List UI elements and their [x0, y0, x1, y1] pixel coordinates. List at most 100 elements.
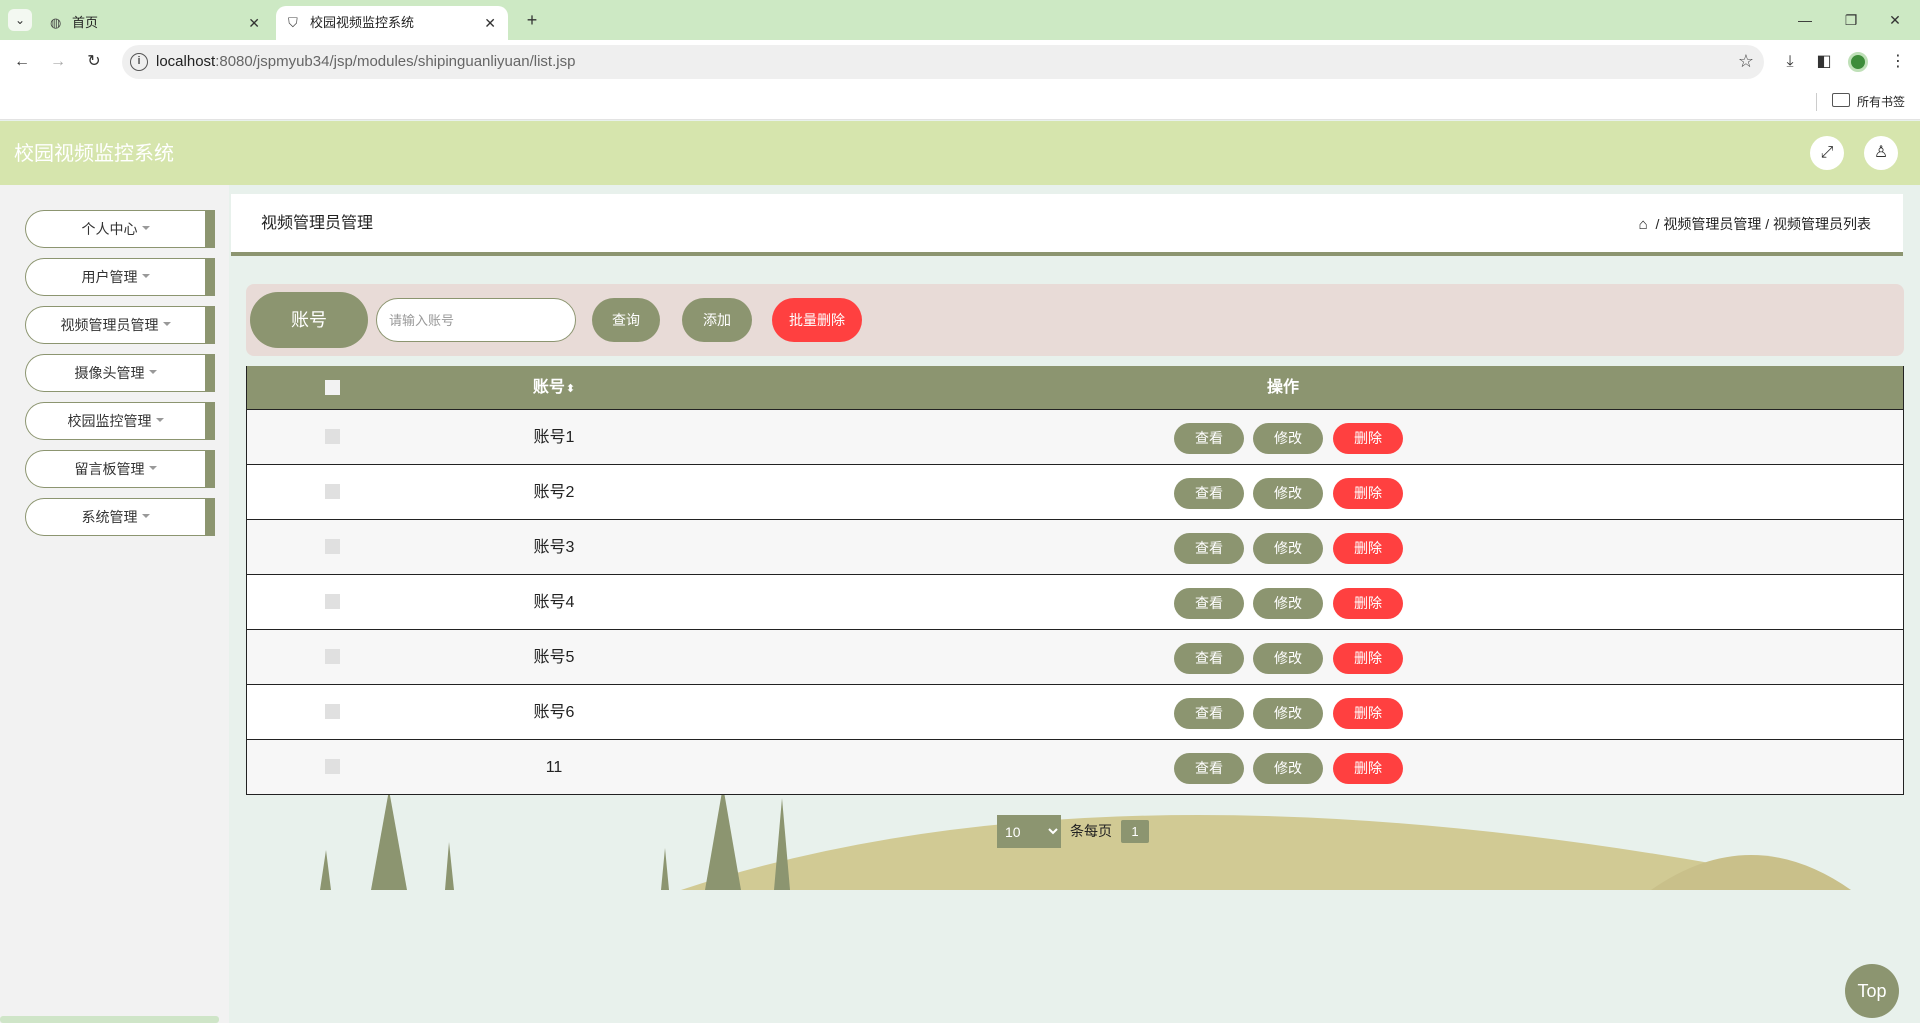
- divider: [1816, 93, 1817, 111]
- page-number-button[interactable]: 1: [1121, 820, 1149, 843]
- home-icon[interactable]: ⌂: [1639, 216, 1648, 233]
- view-button[interactable]: 查看: [1174, 698, 1244, 729]
- breadcrumb-separator: /: [1765, 216, 1773, 232]
- forward-arrow-icon[interactable]: →: [46, 50, 70, 74]
- row-checkbox[interactable]: [325, 759, 340, 774]
- caret-down-icon: [141, 226, 150, 231]
- sidebar-item-system-management[interactable]: 系统管理: [25, 498, 215, 536]
- sidebar-item-personal-center[interactable]: 个人中心: [25, 210, 215, 248]
- delete-button[interactable]: 删除: [1333, 588, 1403, 619]
- delete-button[interactable]: 删除: [1333, 423, 1403, 454]
- cell-account: 账号3: [533, 539, 575, 556]
- url-field[interactable]: i localhost:8080/jspmyub34/jsp/modules/s…: [122, 45, 1764, 79]
- search-field-label: 账号: [250, 292, 368, 348]
- view-button[interactable]: 查看: [1174, 588, 1244, 619]
- caret-down-icon: [148, 466, 157, 471]
- download-icon[interactable]: ⤓: [1778, 50, 1802, 74]
- shield-icon: ⛉: [288, 15, 298, 30]
- address-bar: ← → ↻ i localhost:8080/jspmyub34/jsp/mod…: [0, 40, 1920, 84]
- close-icon[interactable]: ✕: [248, 6, 260, 40]
- sidebar: 个人中心 用户管理 视频管理员管理 摄像头管理 校园监控管理 留言板管理 系统管…: [0, 185, 229, 1023]
- browser-tab-active[interactable]: ⛉ 校园视频监控系统 ✕: [276, 6, 508, 40]
- restore-window-icon[interactable]: ❐: [1836, 8, 1866, 32]
- view-button[interactable]: 查看: [1174, 533, 1244, 564]
- row-checkbox[interactable]: [325, 594, 340, 609]
- decorative-landscape: [320, 786, 1851, 890]
- delete-button[interactable]: 删除: [1333, 753, 1403, 784]
- row-checkbox[interactable]: [325, 429, 340, 444]
- table-row: 账号6 查看 修改 删除: [247, 684, 1903, 739]
- view-button[interactable]: 查看: [1174, 643, 1244, 674]
- profile-avatar-icon[interactable]: [1848, 52, 1868, 72]
- url-text: localhost:8080/jspmyub34/jsp/modules/shi…: [156, 53, 576, 70]
- cell-account: 账号5: [533, 649, 575, 666]
- sidebar-item-video-admin-management[interactable]: 视频管理员管理: [25, 306, 215, 344]
- row-checkbox[interactable]: [325, 649, 340, 664]
- close-window-icon[interactable]: ✕: [1880, 8, 1910, 32]
- edit-button[interactable]: 修改: [1253, 698, 1323, 729]
- account-search-input[interactable]: [376, 298, 576, 342]
- cell-account: 11: [545, 759, 563, 776]
- edit-button[interactable]: 修改: [1253, 643, 1323, 674]
- panel-header: 视频管理员管理 ⌂ / 视频管理员管理 / 视频管理员列表: [231, 194, 1903, 256]
- view-button[interactable]: 查看: [1174, 423, 1244, 454]
- sidebar-item-message-board-management[interactable]: 留言板管理: [25, 450, 215, 488]
- edit-button[interactable]: 修改: [1253, 533, 1323, 564]
- query-button[interactable]: 查询: [592, 298, 660, 342]
- view-button[interactable]: 查看: [1174, 478, 1244, 509]
- sidebar-item-user-management[interactable]: 用户管理: [25, 258, 215, 296]
- edit-button[interactable]: 修改: [1253, 423, 1323, 454]
- edit-button[interactable]: 修改: [1253, 588, 1323, 619]
- more-menu-icon[interactable]: ⋮: [1886, 50, 1910, 74]
- close-icon[interactable]: ✕: [484, 6, 496, 40]
- back-arrow-icon[interactable]: ←: [10, 50, 34, 74]
- row-actions: 查看 修改 删除: [1174, 423, 1424, 454]
- cell-account: 账号4: [533, 594, 575, 611]
- fullscreen-icon[interactable]: ⤢: [1810, 136, 1844, 170]
- sidebar-scrollbar[interactable]: [0, 1016, 219, 1023]
- cell-account: 账号2: [533, 484, 575, 501]
- add-button[interactable]: 添加: [682, 298, 752, 342]
- all-bookmarks-label[interactable]: 所有书签: [1857, 84, 1905, 120]
- delete-button[interactable]: 删除: [1333, 533, 1403, 564]
- side-panel-icon[interactable]: ◧: [1812, 50, 1836, 74]
- row-checkbox[interactable]: [325, 484, 340, 499]
- page-title: 视频管理员管理: [261, 215, 374, 232]
- site-info-icon[interactable]: i: [130, 53, 148, 71]
- table-row: 账号5 查看 修改 删除: [247, 629, 1903, 684]
- table-header: 账号⬍ 操作: [247, 366, 1903, 409]
- tab-search-chevron-icon[interactable]: ⌄: [8, 9, 32, 31]
- app-title: 校园视频监控系统: [14, 141, 174, 165]
- sidebar-item-camera-management[interactable]: 摄像头管理: [25, 354, 215, 392]
- sidebar-item-label: 留言板管理: [74, 461, 145, 477]
- minimize-icon[interactable]: —: [1790, 8, 1820, 32]
- page-size-select[interactable]: 10: [997, 815, 1061, 848]
- row-actions: 查看 修改 删除: [1174, 698, 1424, 729]
- breadcrumb-item[interactable]: 视频管理员管理: [1663, 216, 1761, 232]
- row-actions: 查看 修改 删除: [1174, 478, 1424, 509]
- row-checkbox[interactable]: [325, 704, 340, 719]
- batch-delete-button[interactable]: 批量删除: [772, 298, 862, 342]
- edit-button[interactable]: 修改: [1253, 478, 1323, 509]
- delete-button[interactable]: 删除: [1333, 643, 1403, 674]
- sort-icon[interactable]: ⬍: [566, 383, 575, 395]
- new-tab-plus-icon[interactable]: +: [520, 8, 544, 32]
- delete-button[interactable]: 删除: [1333, 478, 1403, 509]
- back-to-top-button[interactable]: Top: [1845, 964, 1899, 1018]
- browser-tab-home[interactable]: ◍ 首页 ✕: [38, 6, 272, 40]
- reload-icon[interactable]: ↻: [82, 50, 106, 74]
- caret-down-icon: [162, 322, 171, 327]
- delete-button[interactable]: 删除: [1333, 698, 1403, 729]
- row-actions: 查看 修改 删除: [1174, 643, 1424, 674]
- edit-button[interactable]: 修改: [1253, 753, 1323, 784]
- row-checkbox[interactable]: [325, 539, 340, 554]
- bookmark-star-icon[interactable]: ☆: [1738, 51, 1754, 72]
- view-button[interactable]: 查看: [1174, 753, 1244, 784]
- select-all-checkbox[interactable]: [325, 380, 340, 395]
- app-header: 校园视频监控系统 ⤢ ♙: [0, 121, 1920, 185]
- row-actions: 查看 修改 删除: [1174, 753, 1424, 784]
- column-header-account[interactable]: 账号⬍: [524, 366, 584, 411]
- sidebar-item-campus-monitor-management[interactable]: 校园监控管理: [25, 402, 215, 440]
- user-icon[interactable]: ♙: [1864, 136, 1898, 170]
- folder-icon[interactable]: [1832, 93, 1850, 107]
